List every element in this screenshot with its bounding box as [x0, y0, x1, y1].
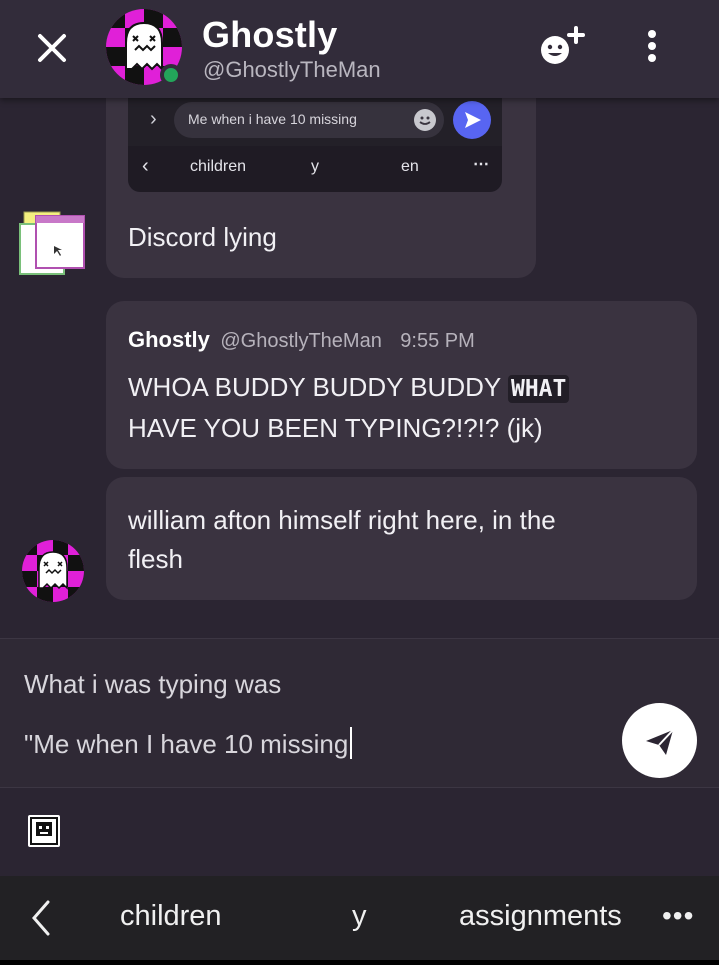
sticker-avatar[interactable] — [18, 210, 86, 280]
sticker-icon — [30, 817, 58, 845]
more-icon: ⋯ — [473, 156, 489, 173]
composer-text-line-1: What i was typing was — [24, 669, 282, 699]
message-text-line-1: WHOA BUDDY BUDDY BUDDY WHAT — [128, 367, 570, 409]
keyboard-suggestion-bar: children y assignments ••• — [0, 876, 719, 960]
message-text: WHOA BUDDY BUDDY BUDDY — [128, 372, 508, 402]
system-strip — [0, 960, 719, 965]
embed-input-row: › Me when i have 10 missing — [128, 98, 502, 146]
embed-input-text: Me when i have 10 missing — [188, 111, 357, 127]
message-text-line-1: william afton himself right here, in the — [128, 505, 556, 535]
keyboard-suggestion[interactable]: children — [120, 900, 222, 933]
screenshot-embed[interactable]: › Me when i have 10 missing ‹ children y… — [128, 98, 502, 192]
send-arrow-icon — [453, 101, 491, 139]
keyboard-back-button[interactable] — [26, 896, 56, 940]
more-icon[interactable]: ••• — [662, 900, 694, 932]
paper-plane-icon — [646, 729, 674, 755]
message-text-line-2: flesh — [128, 544, 183, 574]
chevron-right-icon: › — [150, 108, 157, 130]
keyboard-suggestion[interactable]: assignments — [459, 900, 622, 933]
sticker-button[interactable] — [28, 815, 60, 847]
emoji-icon — [414, 109, 436, 131]
add-reaction-button[interactable] — [538, 24, 588, 70]
keyboard-suggestion[interactable]: y — [352, 900, 367, 933]
composer-text: "Me when I have 10 missing — [24, 729, 349, 759]
message-composer[interactable]: What i was typing was "Me when I have 10… — [0, 638, 719, 788]
embed-suggestion: y — [311, 158, 319, 175]
chevron-left-icon — [32, 900, 50, 936]
composer-text-line-2: "Me when I have 10 missing — [24, 727, 353, 760]
message-header: Ghostly @GhostlyTheMan 9:55 PM — [128, 327, 475, 357]
embed-suggestion-row: ‹ children y en ⋯ — [128, 150, 502, 190]
more-options-button[interactable] — [636, 26, 668, 66]
avatar[interactable] — [22, 540, 84, 602]
add-reaction-icon — [541, 26, 585, 64]
close-button[interactable] — [30, 26, 74, 70]
message-text-line-2: HAVE YOU BEEN TYPING?!?!? (jk) — [128, 413, 543, 443]
message-handle: @GhostlyTheMan — [220, 330, 382, 352]
inline-code: WHAT — [507, 375, 570, 403]
text-cursor — [350, 727, 353, 759]
embed-suggestion: children — [190, 158, 247, 175]
embed-message-input: Me when i have 10 missing — [174, 102, 444, 138]
embed-suggestion: en — [401, 158, 419, 175]
close-icon — [38, 34, 66, 62]
header-handle: @GhostlyTheMan — [203, 57, 381, 82]
header-title[interactable]: Ghostly — [202, 14, 337, 56]
more-vertical-icon — [648, 30, 656, 62]
message-timestamp: 9:55 PM — [400, 330, 475, 352]
message-author[interactable]: Ghostly — [128, 327, 210, 352]
chevron-left-icon: ‹ — [142, 155, 149, 177]
online-status-indicator — [160, 64, 182, 86]
composer-extras — [0, 788, 719, 876]
send-button[interactable] — [622, 703, 697, 778]
message-text: Discord lying — [128, 222, 277, 252]
dm-header: Ghostly @GhostlyTheMan — [0, 0, 719, 98]
